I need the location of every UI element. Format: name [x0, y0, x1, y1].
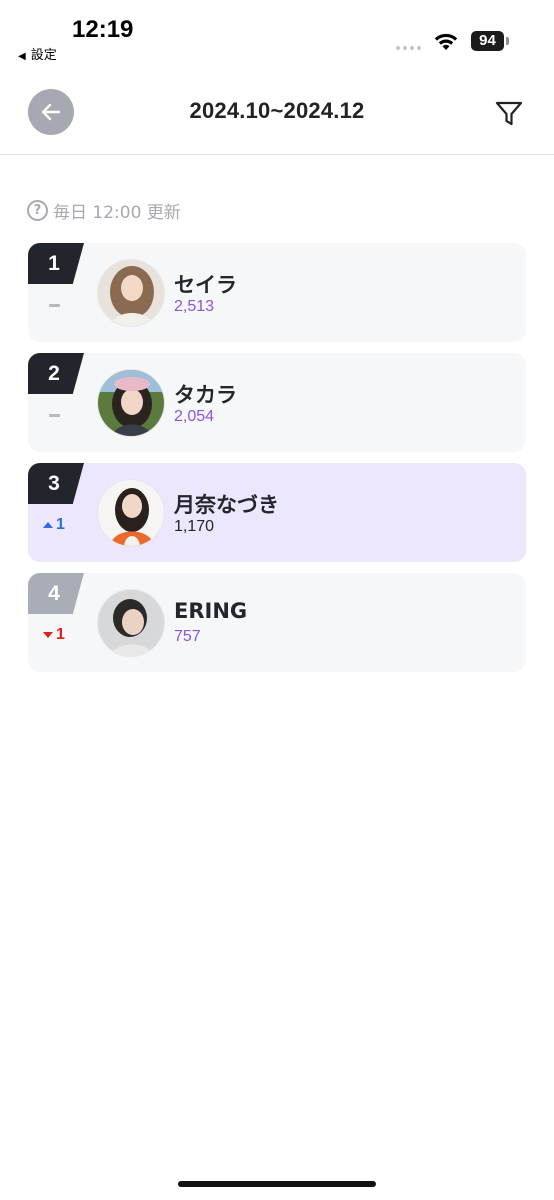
ranking-list: 1 セイラ 2,513 2 タカラ 2,054 3 1 月奈なづき 1,170 … — [28, 243, 526, 683]
filter-button[interactable] — [494, 98, 524, 128]
performer-score: 2,054 — [174, 408, 215, 425]
filter-icon — [495, 101, 523, 126]
rank-number: 3 — [48, 472, 60, 495]
no-change-dash-icon — [48, 413, 60, 417]
battery-tip — [506, 37, 509, 45]
rank-change-none — [28, 295, 80, 315]
update-note: ? 毎日 12:00 更新 — [27, 198, 181, 223]
page-title: 2024.10~2024.12 — [189, 98, 365, 123]
back-triangle-icon: ◀ — [18, 51, 26, 62]
rank-number: 4 — [48, 582, 60, 605]
rank-down-arrow-icon — [43, 632, 54, 638]
page-header: 2024.10~2024.12 — [0, 70, 554, 155]
rank-change-down: 1 — [28, 625, 80, 645]
performer-name: セイラ — [174, 273, 237, 297]
ranking-row[interactable]: 1 セイラ 2,513 — [28, 243, 526, 342]
no-change-dash-icon — [48, 303, 60, 307]
rank-change-value: 1 — [56, 516, 65, 533]
performer-name: タカラ — [174, 383, 237, 407]
rank-up-arrow-icon — [43, 522, 54, 528]
status-bar: 12:19 ◀ 設定 94 — [0, 0, 554, 70]
rank-change-value: 1 — [56, 626, 65, 643]
rank-change-none — [28, 405, 80, 425]
avatar — [97, 369, 165, 437]
performer-score: 757 — [174, 628, 201, 645]
status-time: 12:19 — [72, 16, 134, 43]
back-to-app-link[interactable]: ◀ 設定 — [18, 44, 57, 63]
performer-name: 月奈なづき — [174, 493, 279, 517]
cellular-signal-icon — [396, 46, 421, 50]
avatar — [97, 259, 165, 327]
ranking-row[interactable]: 4 1 ERING 757 — [28, 573, 526, 672]
performer-score: 2,513 — [174, 298, 215, 315]
home-indicator[interactable] — [178, 1181, 376, 1187]
rank-number: 2 — [48, 362, 60, 385]
question-icon[interactable]: ? — [27, 200, 48, 221]
avatar — [97, 479, 165, 547]
avatar — [97, 589, 165, 657]
battery-indicator: 94 — [471, 31, 504, 51]
ranking-row[interactable]: 2 タカラ 2,054 — [28, 353, 526, 452]
back-app-label: 設定 — [30, 48, 57, 63]
rank-change-up: 1 — [28, 515, 80, 535]
performer-score: 1,170 — [174, 518, 215, 535]
ranking-row-highlighted[interactable]: 3 1 月奈なづき 1,170 — [28, 463, 526, 562]
performer-name: ERING — [174, 599, 248, 623]
update-note-text: 毎日 12:00 更新 — [53, 203, 181, 223]
rank-number: 1 — [48, 252, 60, 275]
wifi-icon — [434, 33, 458, 50]
